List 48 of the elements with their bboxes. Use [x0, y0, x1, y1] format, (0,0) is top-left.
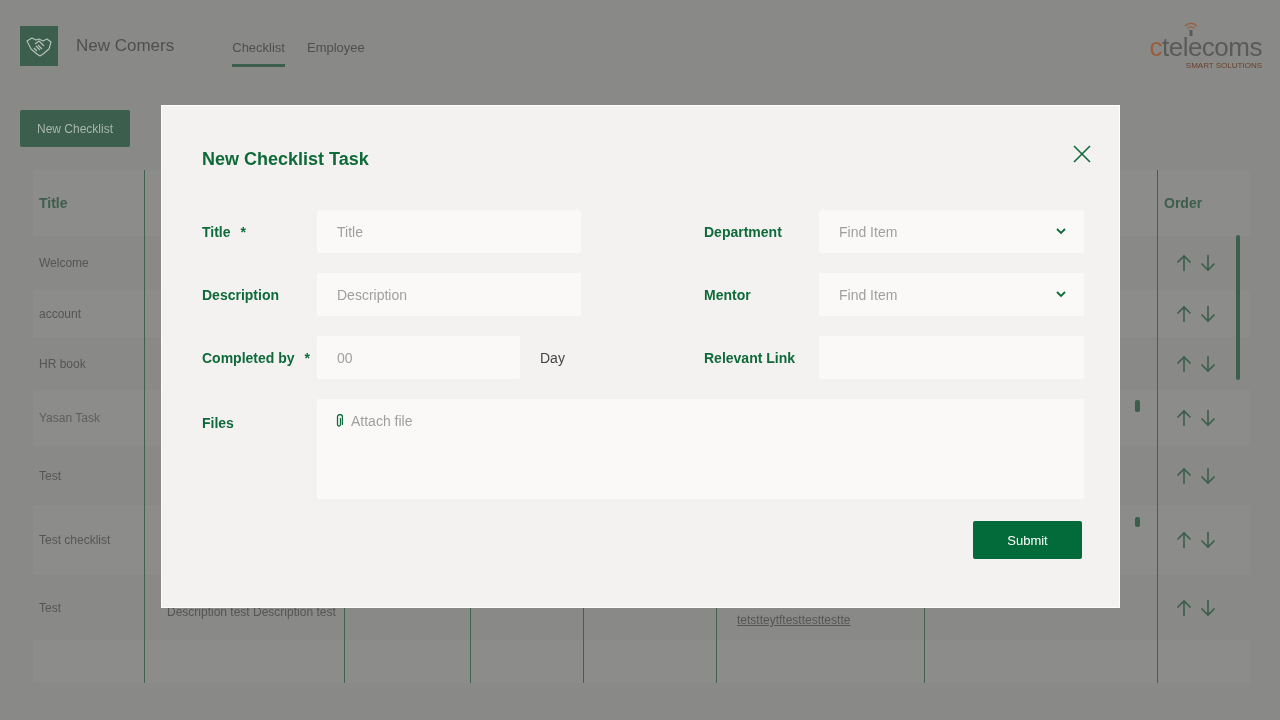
chevron-down-icon — [1056, 228, 1066, 235]
arrow-down-icon[interactable] — [1200, 254, 1216, 272]
scrollbar-thumb[interactable] — [1135, 400, 1140, 412]
text-field[interactable]: Description — [317, 273, 581, 316]
required-mark: * — [240, 223, 246, 240]
file-drop-area[interactable]: Attach file — [317, 399, 1084, 499]
arrow-down-icon[interactable] — [1200, 354, 1216, 373]
scrollbar-thumb[interactable] — [1135, 517, 1140, 527]
app-title: New Comers — [76, 36, 175, 56]
arrow-up-icon[interactable] — [1176, 354, 1192, 373]
scrollbar-thumb[interactable] — [1236, 235, 1240, 380]
arrow-up-icon[interactable] — [1176, 254, 1192, 272]
nav-tab[interactable]: Employee — [307, 40, 365, 67]
field-label: Completed by — [202, 349, 295, 366]
arrow-up-icon[interactable] — [1176, 409, 1192, 427]
new-checklist-button[interactable]: New Checklist — [20, 110, 130, 147]
dropdown-field[interactable]: Find Item — [819, 210, 1084, 253]
arrow-down-icon[interactable] — [1200, 409, 1216, 427]
attach-file-button[interactable]: Attach file — [335, 413, 413, 429]
arrow-down-icon[interactable] — [1200, 304, 1216, 323]
dialog-title: New Checklist Task — [202, 149, 369, 170]
field-label: Files — [202, 415, 234, 431]
arrow-up-icon[interactable] — [1176, 531, 1192, 549]
submit-button[interactable]: Submit — [973, 521, 1082, 559]
arrow-down-icon[interactable] — [1200, 531, 1216, 549]
close-icon[interactable] — [1073, 145, 1091, 163]
text-field[interactable]: Title — [317, 210, 581, 253]
arrow-down-icon[interactable] — [1200, 598, 1216, 617]
field-label: Department — [704, 223, 782, 240]
unit-label: Day — [540, 349, 565, 366]
nav-tab[interactable]: Checklist — [232, 40, 285, 67]
arrow-up-icon[interactable] — [1176, 466, 1192, 485]
field-label: Description — [202, 286, 279, 303]
app-logo-icon — [20, 26, 58, 66]
paperclip-icon — [335, 414, 343, 428]
dropdown-field[interactable]: Find Item — [819, 273, 1084, 316]
arrow-up-icon[interactable] — [1176, 304, 1192, 323]
field-label: Mentor — [704, 286, 751, 303]
field-label: Title — [202, 223, 231, 240]
brand-tagline: SMART SOLUTIONS — [1185, 61, 1262, 70]
number-field[interactable]: 00 — [317, 336, 520, 379]
arrow-down-icon[interactable] — [1200, 466, 1216, 485]
required-mark: * — [304, 349, 311, 366]
field-label: Relevant Link — [704, 349, 796, 366]
arrow-up-icon[interactable] — [1176, 598, 1192, 617]
antenna-icon — [1182, 20, 1200, 36]
chevron-down-icon — [1056, 291, 1066, 298]
brand-name: ctelecoms — [1149, 34, 1262, 60]
